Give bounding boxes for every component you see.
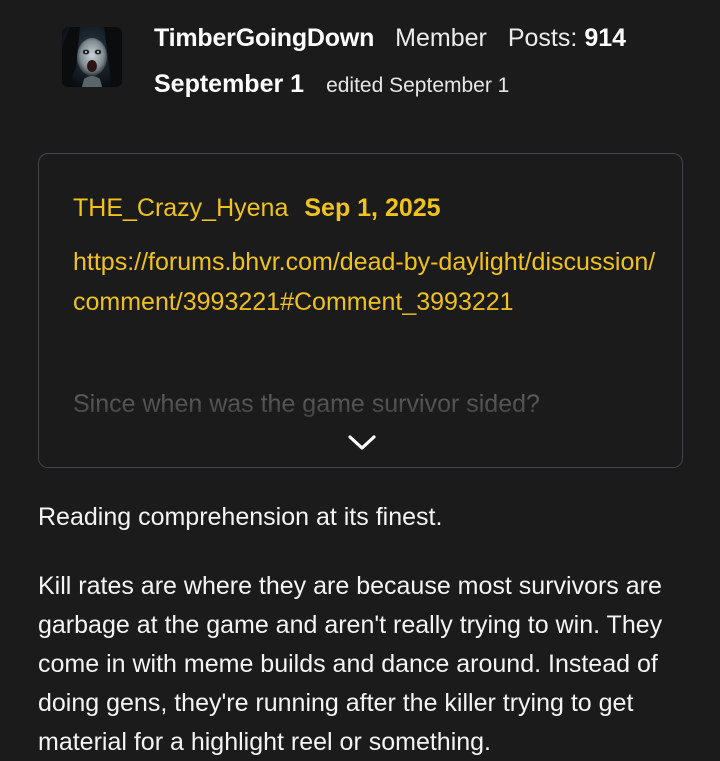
horror-face-avatar-icon [62,27,122,87]
edited-label: edited September 1 [326,74,510,97]
author-username[interactable]: TimberGoingDown [154,24,374,53]
quote-link[interactable]: https://forums.bhvr.com/dead-by-daylight… [73,242,663,322]
posts-label: Posts: [507,24,578,52]
post-meta: September 1 edited September 1 [154,70,509,99]
quote-header: THE_Crazy_Hyena Sep 1, 2025 [73,194,441,223]
author-role: Member [395,24,487,52]
chevron-down-icon [348,435,376,450]
comment-paragraph-1: Reading comprehension at its finest. [38,503,443,531]
comment-paragraph-2: Kill rates are where they are because mo… [38,572,663,756]
expand-quote-button[interactable] [342,426,382,460]
quote-date[interactable]: Sep 1, 2025 [304,194,440,223]
forum-comment: TimberGoingDown Member Posts: 914 Septem… [0,0,720,761]
quote-author[interactable]: THE_Crazy_Hyena [73,194,288,223]
posts-count: 914 [584,24,627,52]
post-date[interactable]: September 1 [154,70,304,99]
quote-text: Since when was the game survivor sided? [73,390,540,418]
author-meta: TimberGoingDown Member Posts: 914 [154,24,626,58]
user-avatar[interactable] [62,27,122,87]
quote-block: THE_Crazy_Hyena Sep 1, 2025 https://foru… [38,153,683,468]
